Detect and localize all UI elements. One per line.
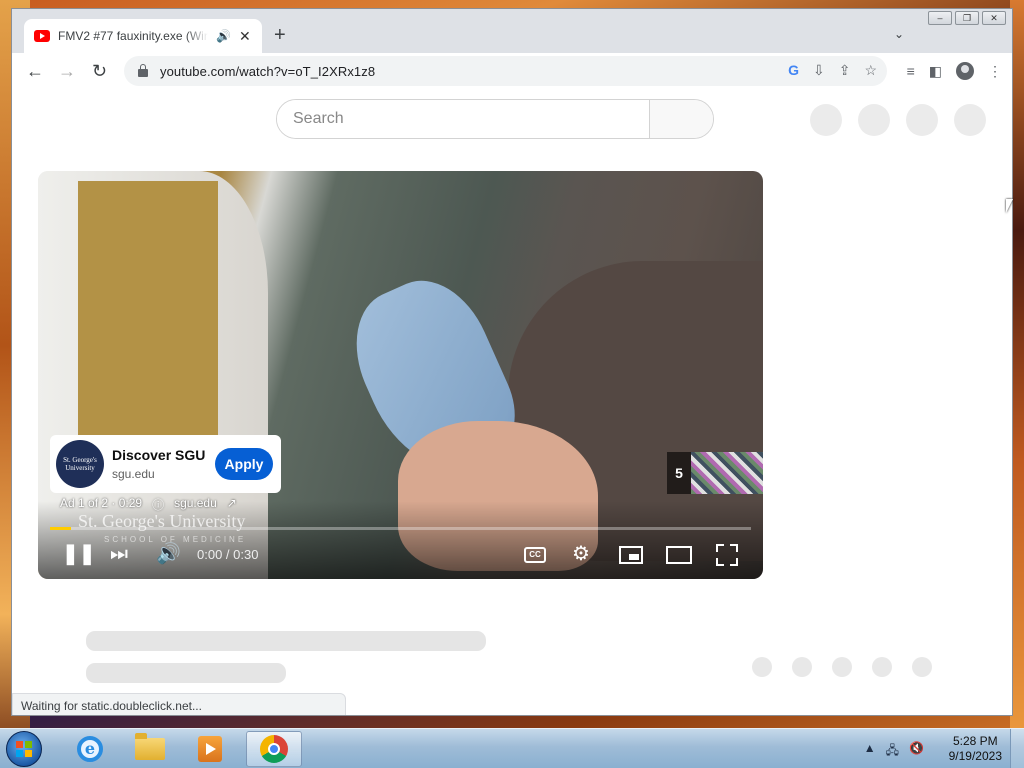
restore-button[interactable]: ❐ <box>955 11 979 25</box>
more-menu-icon[interactable]: ⋮ <box>988 63 1002 80</box>
theater-mode-icon[interactable] <box>666 546 692 564</box>
address-bar[interactable]: youtube.com/watch?v=oT_I2XRx1z8 G ⇩ ⇪ ☆ <box>124 56 887 86</box>
side-panel-icon[interactable]: ◧ <box>929 63 942 80</box>
apply-button[interactable]: Apply <box>215 448 273 480</box>
action-placeholder-icon <box>792 657 812 677</box>
window-controls: – ❐ ✕ <box>928 11 1006 25</box>
title-skeleton <box>86 631 486 651</box>
status-bar: Waiting for static.doubleclick.net... <box>12 693 346 715</box>
ad-text: Discover SGU sgu.edu <box>112 447 205 481</box>
media-queue-icon[interactable]: ≡ <box>907 63 915 79</box>
ad-domain[interactable]: sgu.edu <box>112 467 205 481</box>
next-icon[interactable]: ⏭ <box>110 543 128 565</box>
tab-search-chevron-icon[interactable]: ⌄ <box>894 27 904 41</box>
youtube-favicon-icon <box>34 30 50 42</box>
chrome-window: FMV2 #77 fauxinity.exe (Wir 🔊 ✕ + ⌄ – ❐ … <box>11 8 1013 716</box>
url-text: youtube.com/watch?v=oT_I2XRx1z8 <box>160 63 376 79</box>
taskbar-chrome[interactable] <box>246 731 302 767</box>
new-tab-icon[interactable]: + <box>274 25 286 45</box>
progress-bar[interactable] <box>50 527 751 530</box>
search-button[interactable] <box>649 100 713 138</box>
forward-arrow-icon[interactable]: → <box>58 61 76 81</box>
skip-thumbnail <box>691 452 763 494</box>
bookmark-star-icon[interactable]: ☆ <box>864 62 877 79</box>
progress-fill <box>50 527 72 530</box>
header-placeholder-icon <box>858 104 890 136</box>
toolbar-right: ≡ ◧ ⋮ <box>907 62 1002 80</box>
omnibox-actions: G ⇩ ⇪ ☆ <box>788 62 877 79</box>
fullscreen-icon[interactable] <box>716 544 738 566</box>
google-translate-icon[interactable]: G <box>788 62 799 79</box>
action-placeholder-icon <box>872 657 892 677</box>
show-desktop-button[interactable] <box>1010 729 1024 768</box>
tab-strip: FMV2 #77 fauxinity.exe (Wir 🔊 ✕ + ⌄ – ❐ … <box>12 9 1012 53</box>
back-arrow-icon[interactable]: ← <box>26 61 44 81</box>
time-display: 0:00 / 0:30 <box>197 547 259 562</box>
reload-icon[interactable]: ↻ <box>92 61 107 81</box>
system-tray: ▲ 🖧 🔇 <box>864 741 924 762</box>
network-icon[interactable]: 🖧 <box>886 741 899 762</box>
header-placeholder-icon <box>810 104 842 136</box>
speaker-icon[interactable]: 🔊 <box>216 29 231 43</box>
channel-skeleton <box>86 663 286 683</box>
minimize-button[interactable]: – <box>928 11 952 25</box>
player-controls: ❚❚ ⏭ 🔊 0:00 / 0:30 CC ⚙ <box>38 537 763 573</box>
settings-gear-icon[interactable]: ⚙ <box>572 543 590 565</box>
action-placeholder-icon <box>912 657 932 677</box>
tray-expand-icon[interactable]: ▲ <box>864 741 876 762</box>
video-player[interactable]: St. George's University Discover SGU sgu… <box>38 171 763 579</box>
action-placeholder-icon <box>752 657 772 677</box>
mouse-cursor-icon <box>1006 199 1013 213</box>
action-placeholder-icon <box>832 657 852 677</box>
lock-icon[interactable] <box>138 63 148 77</box>
youtube-page: St. George's University Discover SGU sgu… <box>12 89 1012 715</box>
tab-title: FMV2 #77 fauxinity.exe (Wir <box>58 29 208 43</box>
share-icon[interactable]: ⇪ <box>839 62 851 79</box>
browser-toolbar: ← → ↻ youtube.com/watch?v=oT_I2XRx1z8 G … <box>12 53 1012 89</box>
folder-icon <box>135 733 165 760</box>
clock-time: 5:28 PM <box>952 734 998 748</box>
install-app-icon[interactable]: ⇩ <box>813 62 825 79</box>
search-input[interactable] <box>277 100 649 138</box>
skip-countdown: 5 <box>667 452 763 494</box>
taskbar-media-player[interactable] <box>182 731 238 767</box>
close-tab-icon[interactable]: ✕ <box>239 28 251 45</box>
taskbar-file-explorer[interactable] <box>122 731 178 767</box>
search-bar <box>276 99 714 139</box>
profile-avatar-icon[interactable] <box>956 62 974 80</box>
clock-date: 9/19/2023 <box>948 749 1002 763</box>
media-player-icon <box>198 736 222 762</box>
chrome-icon <box>260 735 288 763</box>
ad-title[interactable]: Discover SGU <box>112 447 205 463</box>
start-button[interactable] <box>6 731 42 767</box>
captions-icon[interactable]: CC <box>524 547 546 563</box>
miniplayer-icon[interactable] <box>619 546 643 564</box>
ad-overlay-card[interactable]: St. George's University Discover SGU sgu… <box>50 435 281 493</box>
internet-explorer-icon: e <box>77 736 103 762</box>
close-window-button[interactable]: ✕ <box>982 11 1006 25</box>
clock[interactable]: 5:28 PM 9/19/2023 <box>949 734 1002 764</box>
header-placeholder-icon <box>954 104 986 136</box>
volume-muted-icon[interactable]: 🔇 <box>909 741 924 762</box>
pause-icon[interactable]: ❚❚ <box>62 543 96 565</box>
browser-tab[interactable]: FMV2 #77 fauxinity.exe (Wir 🔊 ✕ <box>24 19 262 53</box>
taskbar-internet-explorer[interactable]: e <box>62 731 118 767</box>
skip-count: 5 <box>675 465 683 481</box>
taskbar: e ▲ 🖧 🔇 5:28 PM 9/19/2023 <box>0 728 1024 768</box>
header-placeholder-icon <box>906 104 938 136</box>
advertiser-logo[interactable]: St. George's University <box>56 440 104 488</box>
volume-icon[interactable]: 🔊 <box>156 543 181 565</box>
